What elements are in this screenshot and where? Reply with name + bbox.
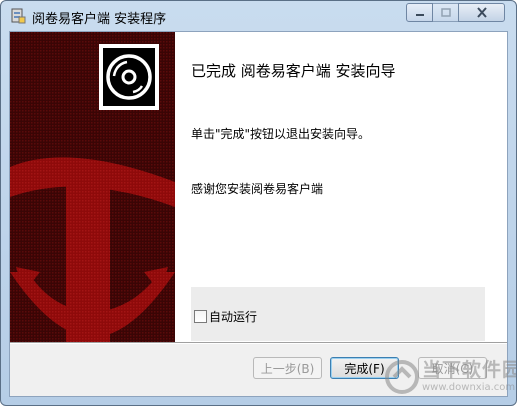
exit-instruction-text: 单击"完成"按钮以退出安装向导。 (191, 127, 371, 141)
maximize-icon (440, 8, 451, 17)
page-title: 已完成 阅卷易客户端 安装向导 (191, 62, 396, 80)
minimize-button[interactable] (406, 3, 433, 22)
maximize-button[interactable] (432, 3, 459, 22)
installer-app-icon (11, 8, 26, 24)
finish-button[interactable]: 完成(F) (330, 357, 399, 379)
footer-divider (10, 342, 507, 344)
window-title: 阅卷易客户端 安装程序 (32, 12, 167, 27)
cd-disc-icon (106, 54, 152, 100)
close-icon (476, 7, 487, 18)
title-bar[interactable]: 阅卷易客户端 安装程序 (1, 1, 516, 31)
auto-run-label[interactable]: 自动运行 (209, 308, 257, 325)
wizard-client-area: 已完成 阅卷易客户端 安装向导 单击"完成"按钮以退出安装向导。 感谢您安装阅卷… (9, 31, 508, 397)
wizard-content: 已完成 阅卷易客户端 安装向导 单击"完成"按钮以退出安装向导。 感谢您安装阅卷… (175, 32, 507, 342)
thank-you-text: 感谢您安装阅卷易客户端 (191, 182, 324, 196)
minimize-icon (415, 13, 424, 16)
cancel-button[interactable]: 取消(C) (418, 357, 487, 379)
close-button[interactable] (458, 3, 505, 22)
auto-run-checkbox[interactable] (194, 310, 207, 323)
back-button[interactable]: 上一步(B) (253, 357, 322, 379)
wizard-side-banner (10, 32, 175, 342)
options-panel: 自动运行 (191, 287, 485, 341)
installer-window: 阅卷易客户端 安装程序 已完成 阅卷易客户端 安装向导 单击"完成"按钮以退出安… (0, 0, 517, 406)
